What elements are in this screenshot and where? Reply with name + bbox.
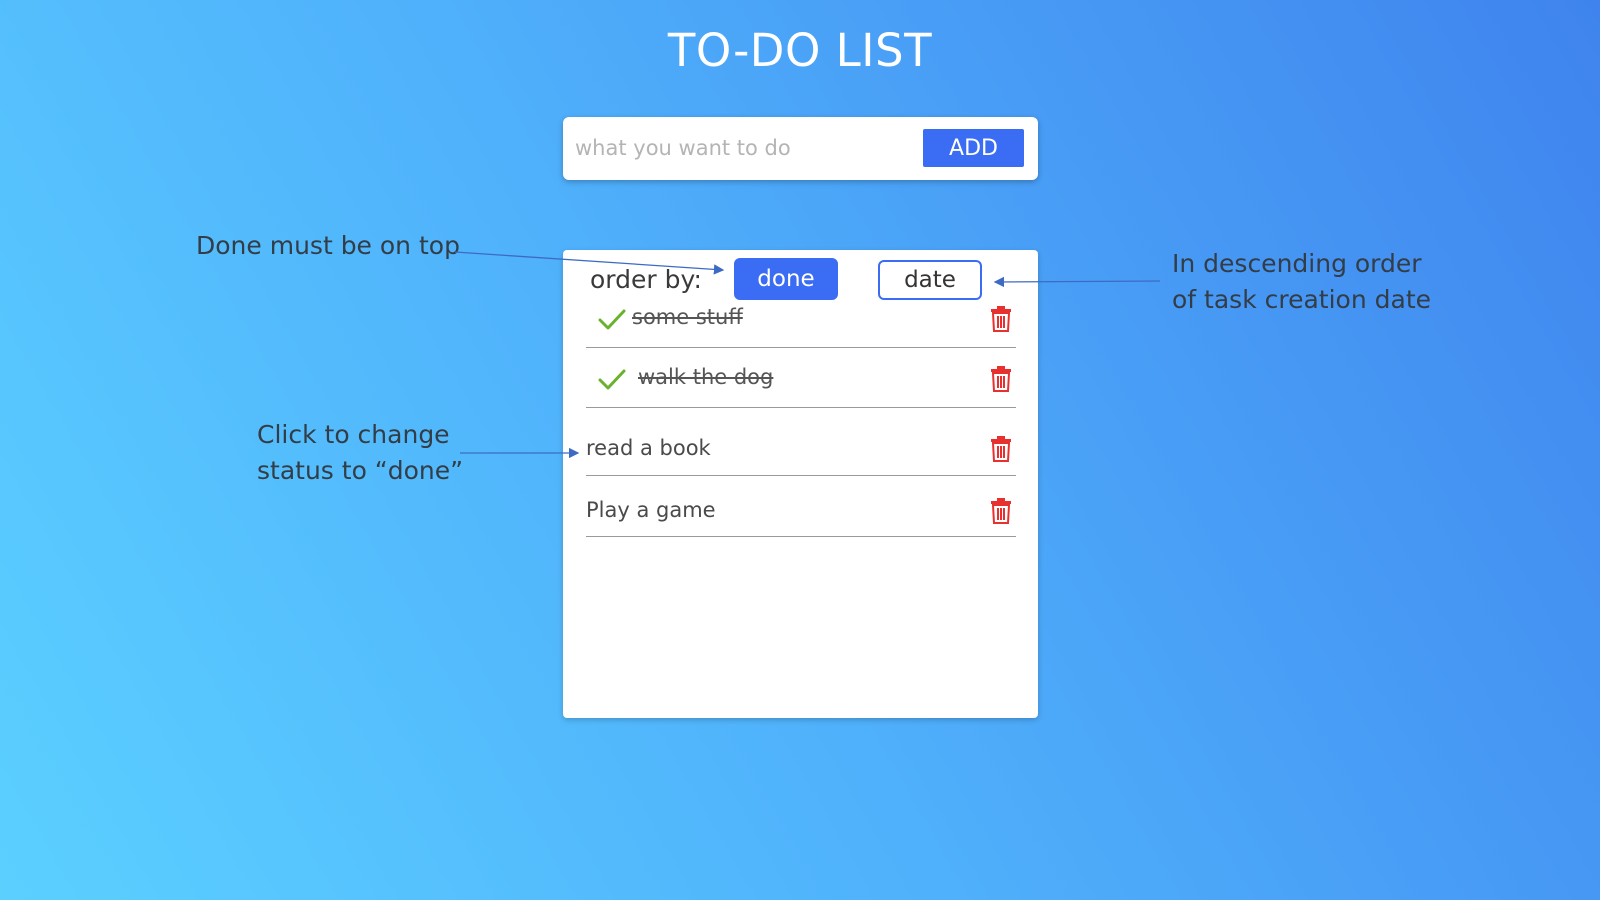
task-text: Play a game — [586, 498, 716, 522]
task-text: read a book — [586, 436, 711, 460]
task-text: walk the dog — [638, 365, 774, 389]
trash-icon[interactable] — [990, 306, 1012, 332]
order-by-label: order by: — [590, 265, 702, 294]
page-title: TO-DO LIST — [667, 24, 933, 77]
annotation-text: of task creation date — [1172, 285, 1431, 314]
task-list-panel: order by: done date some stuff walk the … — [563, 250, 1038, 718]
annotation-done-on-top: Done must be on top — [196, 228, 460, 264]
annotation-text: Done must be on top — [196, 231, 460, 260]
trash-icon[interactable] — [990, 498, 1012, 524]
add-button[interactable]: ADD — [923, 129, 1024, 167]
annotation-descending-order: In descending order of task creation dat… — [1172, 246, 1431, 318]
annotation-click-to-change: Click to change status to “done” — [257, 417, 463, 489]
task-item[interactable]: read a book — [586, 426, 1016, 476]
task-item[interactable]: Play a game — [586, 488, 1016, 537]
task-item[interactable]: walk the dog — [586, 362, 1016, 408]
checkmark-icon — [598, 309, 626, 330]
sort-by-date-button[interactable]: date — [878, 260, 982, 300]
trash-icon[interactable] — [990, 436, 1012, 462]
add-task-bar: ADD — [563, 117, 1038, 180]
new-task-input[interactable] — [575, 129, 905, 167]
task-text: some stuff — [632, 305, 743, 329]
annotation-text: status to “done” — [257, 456, 464, 485]
checkmark-icon — [598, 369, 626, 390]
annotation-text: In descending order — [1172, 249, 1422, 278]
sort-by-done-button[interactable]: done — [734, 258, 838, 300]
trash-icon[interactable] — [990, 366, 1012, 392]
task-item[interactable]: some stuff — [586, 302, 1016, 348]
annotation-text: Click to change — [257, 420, 450, 449]
